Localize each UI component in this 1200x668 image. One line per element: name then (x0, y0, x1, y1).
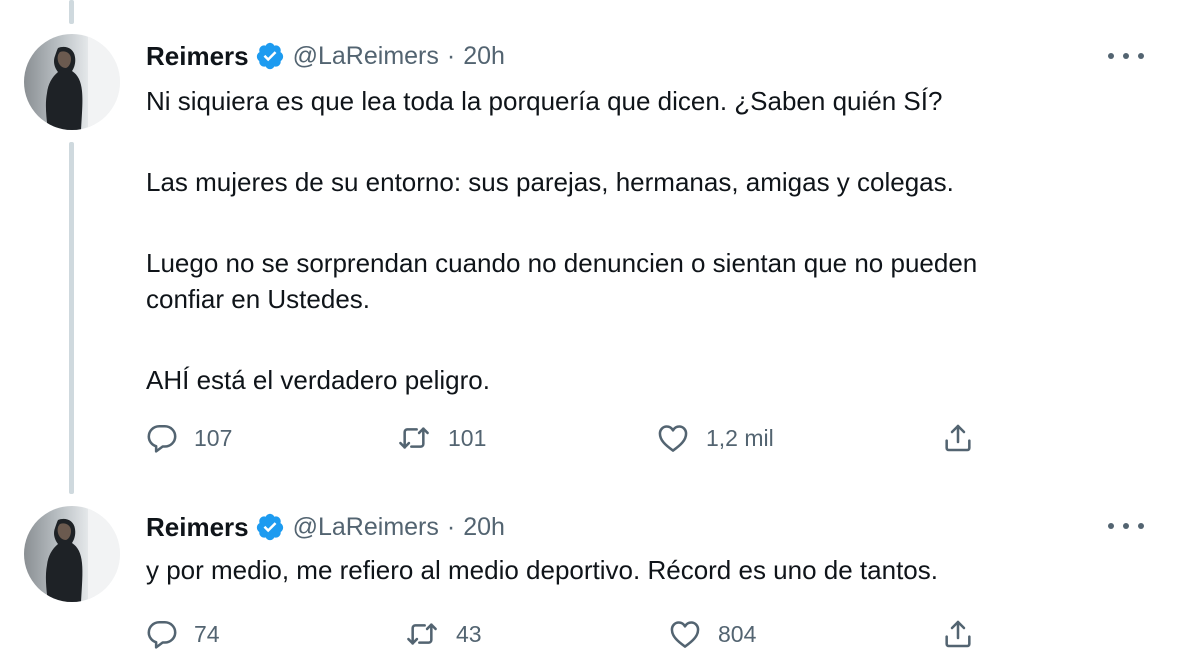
verified-badge-icon (255, 512, 285, 542)
tweet-paragraph: confiar en Ustedes. (146, 284, 371, 314)
reply-count: 107 (194, 424, 233, 451)
retweet-button[interactable]: 43 (404, 616, 482, 652)
tweet-header: Reimers @LaReimers · 20h (146, 509, 505, 545)
share-button[interactable] (942, 420, 974, 456)
like-icon (668, 618, 702, 650)
like-count: 1,2 mil (706, 424, 774, 451)
share-icon (942, 422, 974, 454)
reply-button[interactable]: 107 (146, 420, 232, 456)
more-icon[interactable] (1108, 516, 1144, 536)
retweet-icon (396, 422, 432, 454)
retweet-icon (404, 618, 440, 650)
separator-dot: · (446, 512, 456, 541)
separator-dot: · (446, 41, 456, 70)
timestamp[interactable]: 20h (463, 42, 505, 71)
profile-photo-icon (24, 506, 120, 602)
retweet-count: 43 (456, 620, 482, 647)
avatar[interactable] (24, 506, 120, 602)
tweet-header: Reimers @LaReimers · 20h (146, 38, 505, 74)
tweet-paragraph: Ni siquiera es que lea toda la porquería… (146, 86, 943, 116)
avatar[interactable] (24, 34, 120, 130)
reply-icon (146, 422, 178, 454)
tweet-text: Ni siquiera es que lea toda la porquería… (146, 83, 1126, 398)
verified-badge-icon (255, 41, 285, 71)
tweet-paragraph: y por medio, me refiero al medio deporti… (146, 555, 938, 585)
reply-button[interactable]: 74 (146, 616, 220, 652)
tweet-paragraph: Luego no se sorprendan cuando no denunci… (146, 248, 978, 278)
like-button[interactable]: 1,2 mil (656, 420, 774, 456)
author-name[interactable]: Reimers (146, 41, 249, 72)
profile-photo-icon (24, 34, 120, 130)
tweet-text: y por medio, me refiero al medio deporti… (146, 552, 1126, 588)
author-name[interactable]: Reimers (146, 512, 249, 543)
retweet-count: 101 (448, 424, 487, 451)
tweet-paragraph: AHÍ está el verdadero peligro. (146, 365, 490, 395)
reply-icon (146, 618, 178, 650)
author-handle[interactable]: @LaReimers (293, 42, 439, 71)
tweet[interactable]: Reimers @LaReimers · 20h y por medio, me… (0, 500, 1200, 668)
author-handle[interactable]: @LaReimers (293, 513, 439, 542)
tweet-paragraph: Las mujeres de su entorno: sus parejas, … (146, 167, 954, 197)
timestamp[interactable]: 20h (463, 513, 505, 542)
like-button[interactable]: 804 (668, 616, 756, 652)
like-count: 804 (718, 620, 757, 647)
retweet-button[interactable]: 101 (396, 420, 486, 456)
tweet[interactable]: Reimers @LaReimers · 20h Ni siquiera es … (0, 0, 1200, 490)
share-icon (942, 618, 974, 650)
tweet-actions: 107 101 1,2 mil (146, 420, 986, 456)
tweet-actions: 74 43 804 (146, 616, 986, 652)
like-icon (656, 422, 690, 454)
share-button[interactable] (942, 616, 974, 652)
reply-count: 74 (194, 620, 220, 647)
more-icon[interactable] (1108, 46, 1144, 66)
